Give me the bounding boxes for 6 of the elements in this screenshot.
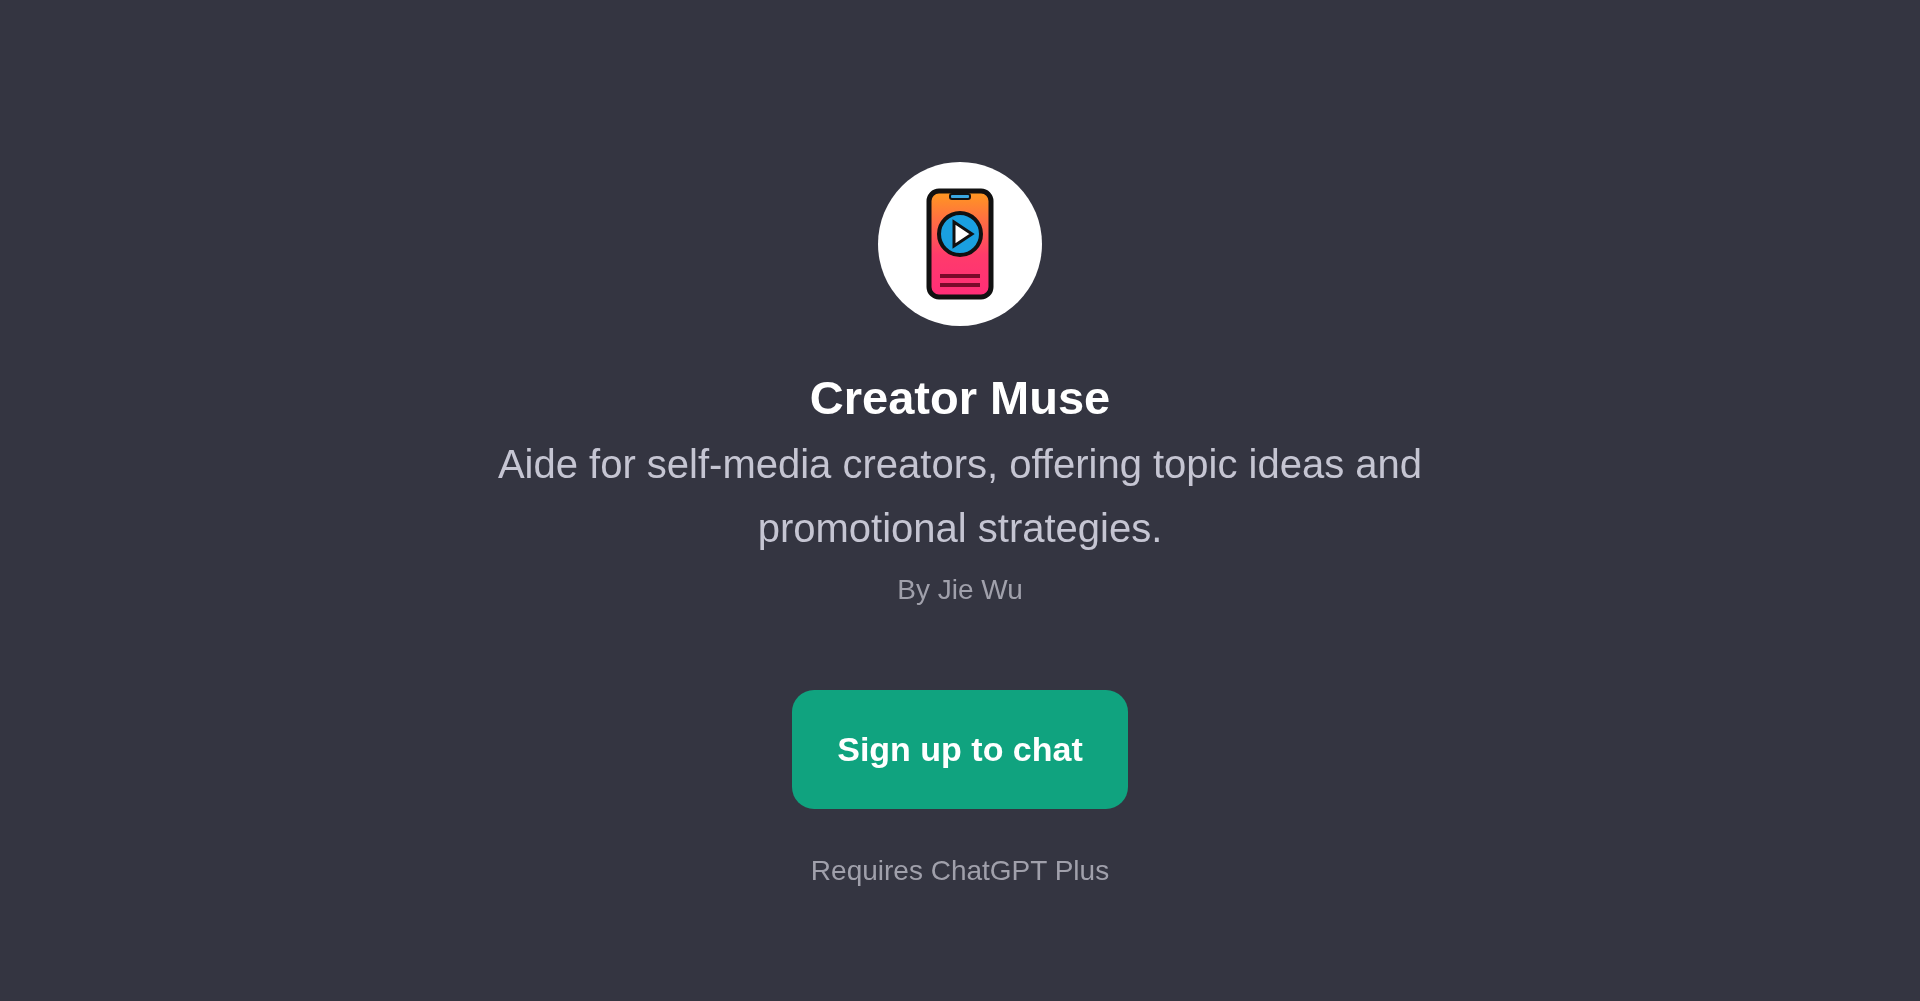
phone-icon — [926, 188, 994, 300]
gpt-title: Creator Muse — [809, 370, 1111, 426]
requirement-note: Requires ChatGPT Plus — [810, 854, 1110, 888]
gpt-description: Aide for self-media creators, offering topic ideas and promotional strategies. — [496, 441, 1424, 552]
author-line: By Jie Wu — [897, 573, 1023, 607]
sign-up-button[interactable]: Sign up to chat — [792, 690, 1128, 809]
